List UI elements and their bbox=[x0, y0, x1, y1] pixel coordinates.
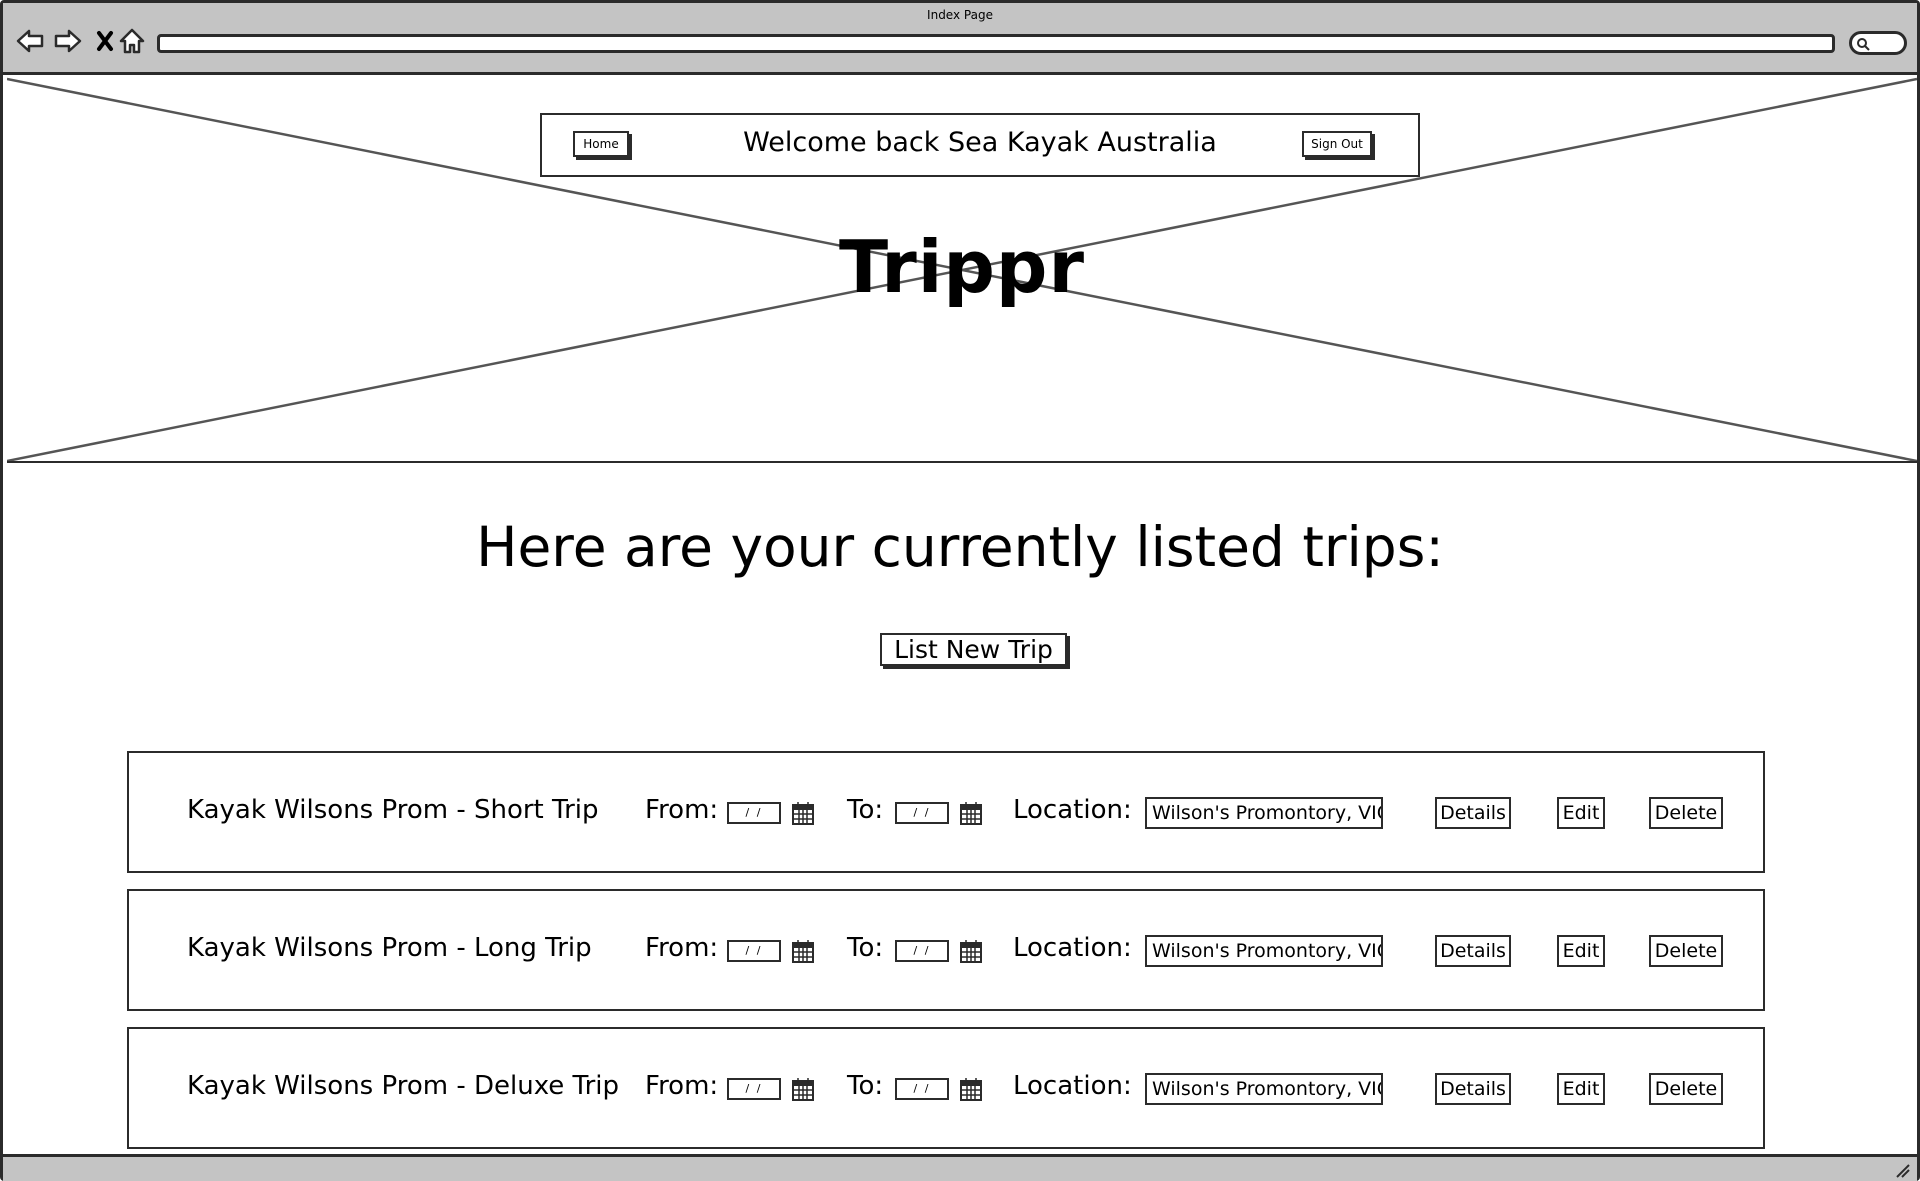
location-field[interactable]: Wilson's Promontory, VIC bbox=[1145, 1073, 1383, 1105]
to-label: To: bbox=[847, 795, 884, 825]
browser-window: Index Page Home Welcome back Sea Kayak A… bbox=[0, 0, 1920, 1181]
delete-button[interactable]: Delete bbox=[1649, 1073, 1723, 1105]
forward-arrow-icon[interactable] bbox=[53, 26, 83, 56]
address-bar[interactable] bbox=[157, 34, 1835, 53]
to-label: To: bbox=[847, 1071, 884, 1101]
calendar-icon[interactable] bbox=[959, 1076, 983, 1102]
edit-button[interactable]: Edit bbox=[1557, 797, 1605, 829]
trip-row: Kayak Wilsons Prom - Long Trip From: / /… bbox=[127, 889, 1765, 1011]
calendar-icon[interactable] bbox=[959, 800, 983, 826]
from-label: From: bbox=[645, 795, 719, 825]
delete-button[interactable]: Delete bbox=[1649, 935, 1723, 967]
details-button[interactable]: Details bbox=[1435, 1073, 1511, 1105]
to-date-field[interactable]: / / bbox=[895, 802, 949, 824]
from-date-field[interactable]: / / bbox=[727, 940, 781, 962]
welcome-message: Welcome back Sea Kayak Australia bbox=[743, 127, 1217, 158]
trip-title: Kayak Wilsons Prom - Deluxe Trip bbox=[187, 1071, 620, 1101]
location-field[interactable]: Wilson's Promontory, VIC bbox=[1145, 797, 1383, 829]
trip-row: Kayak Wilsons Prom - Deluxe Trip From: /… bbox=[127, 1027, 1765, 1149]
calendar-icon[interactable] bbox=[791, 800, 815, 826]
to-date-field[interactable]: / / bbox=[895, 940, 949, 962]
page-heading: Here are your currently listed trips: bbox=[476, 515, 1444, 579]
sign-out-button[interactable]: Sign Out bbox=[1302, 131, 1372, 157]
to-date-field[interactable]: / / bbox=[895, 1078, 949, 1100]
from-label: From: bbox=[645, 933, 719, 963]
edit-button[interactable]: Edit bbox=[1557, 935, 1605, 967]
details-button[interactable]: Details bbox=[1435, 797, 1511, 829]
from-date-field[interactable]: / / bbox=[727, 802, 781, 824]
delete-button[interactable]: Delete bbox=[1649, 797, 1723, 829]
location-label: Location: bbox=[1013, 933, 1132, 963]
location-label: Location: bbox=[1013, 795, 1132, 825]
top-nav-bar: Home Welcome back Sea Kayak Australia Si… bbox=[540, 113, 1420, 177]
browser-titlebar: Index Page bbox=[3, 3, 1917, 75]
resize-grip-icon[interactable] bbox=[1893, 1161, 1911, 1179]
calendar-icon[interactable] bbox=[959, 938, 983, 964]
location-label: Location: bbox=[1013, 1071, 1132, 1101]
details-button[interactable]: Details bbox=[1435, 935, 1511, 967]
back-arrow-icon[interactable] bbox=[15, 26, 45, 56]
list-new-trip-button[interactable]: List New Trip bbox=[880, 633, 1067, 666]
browser-statusbar bbox=[3, 1154, 1917, 1181]
brand-title: Trippr bbox=[839, 225, 1085, 309]
location-field[interactable]: Wilson's Promontory, VIC bbox=[1145, 935, 1383, 967]
to-label: To: bbox=[847, 933, 884, 963]
calendar-icon[interactable] bbox=[791, 938, 815, 964]
window-title: Index Page bbox=[927, 8, 993, 22]
edit-button[interactable]: Edit bbox=[1557, 1073, 1605, 1105]
trip-title: Kayak Wilsons Prom - Long Trip bbox=[187, 933, 592, 963]
calendar-icon[interactable] bbox=[791, 1076, 815, 1102]
trip-row: Kayak Wilsons Prom - Short Trip From: / … bbox=[127, 751, 1765, 873]
search-button[interactable] bbox=[1849, 31, 1907, 55]
from-date-field[interactable]: / / bbox=[727, 1078, 781, 1100]
search-icon bbox=[1857, 38, 1870, 51]
from-label: From: bbox=[645, 1071, 719, 1101]
trip-title: Kayak Wilsons Prom - Short Trip bbox=[187, 795, 599, 825]
home-icon[interactable] bbox=[117, 26, 147, 56]
header-image-placeholder: Home Welcome back Sea Kayak Australia Si… bbox=[7, 77, 1917, 463]
